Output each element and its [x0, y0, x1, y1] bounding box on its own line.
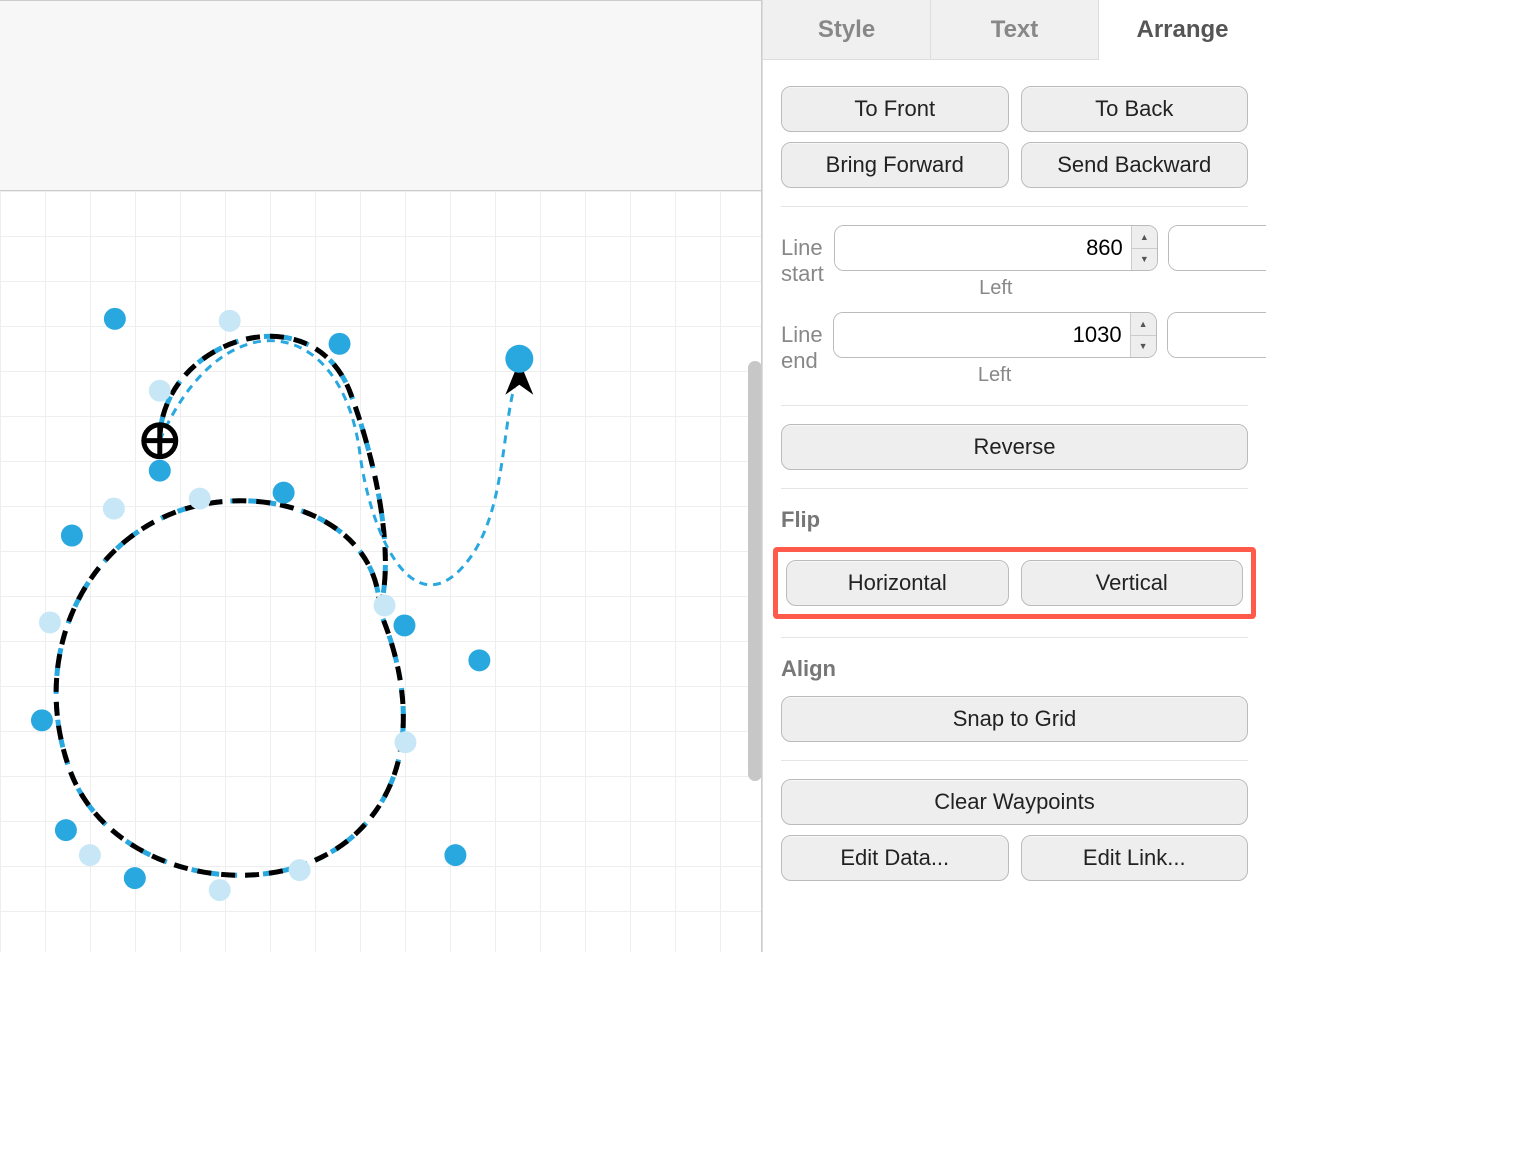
line-start-label: Line start	[781, 225, 824, 287]
tab-arrange[interactable]: Arrange	[1099, 0, 1266, 60]
line-start-top-input[interactable]	[1169, 226, 1266, 270]
section-waypoints: Clear Waypoints Edit Data... Edit Link..…	[781, 761, 1248, 899]
line-start-left-input[interactable]	[835, 226, 1131, 270]
canvas-area[interactable]	[0, 0, 762, 952]
section-reverse: Reverse	[781, 406, 1248, 489]
tab-style[interactable]: Style	[763, 0, 931, 59]
flip-title: Flip	[781, 507, 1248, 533]
edit-data-button[interactable]: Edit Data...	[781, 835, 1009, 881]
line-start-left-step-up[interactable]: ▲	[1132, 226, 1157, 249]
align-title: Align	[781, 656, 1248, 682]
edit-link-button[interactable]: Edit Link...	[1021, 835, 1249, 881]
clear-waypoints-button[interactable]: Clear Waypoints	[781, 779, 1248, 825]
section-flip: Flip Horizontal Vertical	[781, 489, 1248, 638]
reverse-button[interactable]: Reverse	[781, 424, 1248, 470]
line-end-label: Line end	[781, 312, 823, 374]
panel-tabs: Style Text Arrange	[763, 0, 1266, 60]
edit-preview-path	[160, 341, 520, 585]
line-end-top-input[interactable]	[1168, 313, 1266, 357]
diagram-content[interactable]	[0, 191, 761, 952]
snap-to-grid-button[interactable]: Snap to Grid	[781, 696, 1248, 742]
top-toolbar-area	[0, 1, 761, 191]
midpoint-handles[interactable]	[39, 310, 417, 901]
line-start-left-step-down[interactable]: ▼	[1132, 249, 1157, 271]
line-start-left-sublabel: Left	[979, 277, 1012, 300]
line-end-left-input[interactable]	[834, 313, 1130, 357]
line-start-marker[interactable]	[142, 423, 178, 459]
to-back-button[interactable]: To Back	[1021, 86, 1249, 132]
tab-text[interactable]: Text	[931, 0, 1099, 59]
line-end-left-step-down[interactable]: ▼	[1131, 336, 1156, 358]
section-line-coords: Line start ▲ ▼ Left	[781, 207, 1248, 406]
section-order: To Front To Back Bring Forward Send Back…	[781, 76, 1248, 207]
line-end-left-sublabel: Left	[978, 364, 1011, 387]
connector-path-2[interactable]	[56, 501, 403, 876]
waypoint-handles[interactable]	[31, 308, 533, 889]
flip-vertical-button[interactable]: Vertical	[1021, 560, 1244, 606]
format-panel: Style Text Arrange To Front To Back Brin…	[762, 0, 1266, 952]
selection-highlight-path-1	[160, 336, 386, 610]
flip-highlight: Horizontal Vertical	[773, 547, 1256, 619]
connector-path-1[interactable]	[160, 336, 386, 610]
to-front-button[interactable]: To Front	[781, 86, 1009, 132]
bring-forward-button[interactable]: Bring Forward	[781, 142, 1009, 188]
flip-horizontal-button[interactable]: Horizontal	[786, 560, 1009, 606]
send-backward-button[interactable]: Send Backward	[1021, 142, 1249, 188]
section-align: Align Snap to Grid	[781, 638, 1248, 761]
line-end-left-step-up[interactable]: ▲	[1131, 313, 1156, 336]
